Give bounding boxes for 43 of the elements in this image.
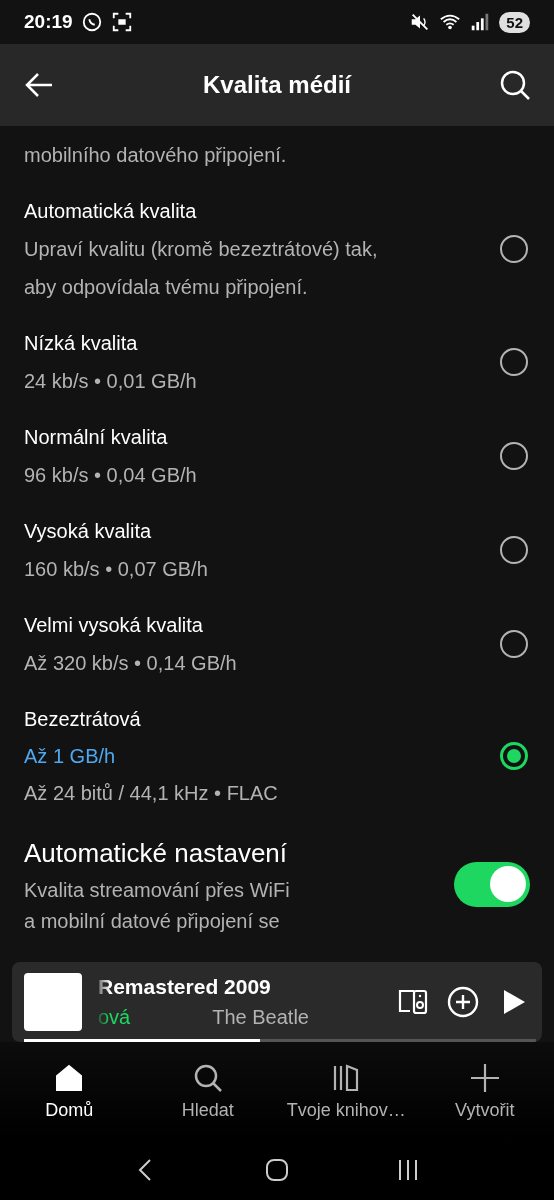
option-title: Nízká kvalita (24, 331, 139, 356)
nav-tab[interactable]: Domů (1, 1061, 138, 1121)
option-description: aby odpovídala tvému připojení. (24, 275, 309, 300)
nav-tab[interactable]: Hledat (139, 1061, 276, 1121)
option-description: 24 kb/s • 0,01 GB/h (24, 369, 198, 394)
home-button-icon[interactable] (263, 1156, 291, 1184)
setting-description: a mobilní datové připojení se (24, 909, 281, 934)
artist-name: The Beatle (212, 1005, 309, 1030)
option-title: Automatická kvalita (24, 199, 198, 224)
option-description: Až 320 kb/s • 0,14 GB/h (24, 651, 238, 676)
option-title: Normální kvalita (24, 425, 169, 450)
chat-icon (80, 11, 103, 33)
mini-player[interactable]: Remastered 2009 ová The Beatle (12, 962, 542, 1042)
option-highlight: Až 1 GB/h (24, 744, 117, 769)
option-title: Velmi vysoká kvalita (24, 613, 204, 638)
radio-button[interactable] (500, 536, 528, 564)
album-cover (24, 973, 82, 1031)
plus-icon (468, 1061, 501, 1094)
track-title: Remastered 2009 (98, 974, 272, 1000)
radio-button[interactable] (500, 235, 528, 263)
option-description: 160 kb/s • 0,07 GB/h (24, 557, 209, 582)
screenshot-icon (110, 11, 133, 33)
option-title: Bezeztrátová (24, 707, 142, 732)
add-icon[interactable] (446, 985, 480, 1019)
option-title: Vysoká kvalita (24, 519, 153, 544)
search-icon[interactable] (498, 68, 532, 102)
option-description: 96 kb/s • 0,04 GB/h (24, 463, 198, 488)
radio-button[interactable] (500, 742, 528, 770)
track-subtitle: ová (98, 1005, 131, 1030)
toggle-switch[interactable] (454, 861, 530, 907)
option-description: Upraví kvalitu (kromě bezeztrátové) tak, (24, 237, 379, 262)
section-description: mobilního datového připojení. (24, 143, 288, 168)
radio-button[interactable] (500, 442, 528, 470)
page-title: Kvalita médií (201, 71, 353, 99)
nav-tab[interactable]: Tvoje knihov… (278, 1061, 415, 1121)
status-time: 20:19 (24, 11, 73, 33)
option-description: Až 24 bitů / 44,1 kHz • FLAC (24, 781, 279, 806)
setting-title: Automatické nastavení (24, 837, 289, 870)
setting-description: Kvalita streamování přes WiFi (24, 878, 291, 903)
radio-button[interactable] (500, 630, 528, 658)
nav-tab[interactable]: Vytvořit (416, 1061, 553, 1121)
battery-level: 52 (499, 11, 530, 33)
radio-button[interactable] (500, 348, 528, 376)
